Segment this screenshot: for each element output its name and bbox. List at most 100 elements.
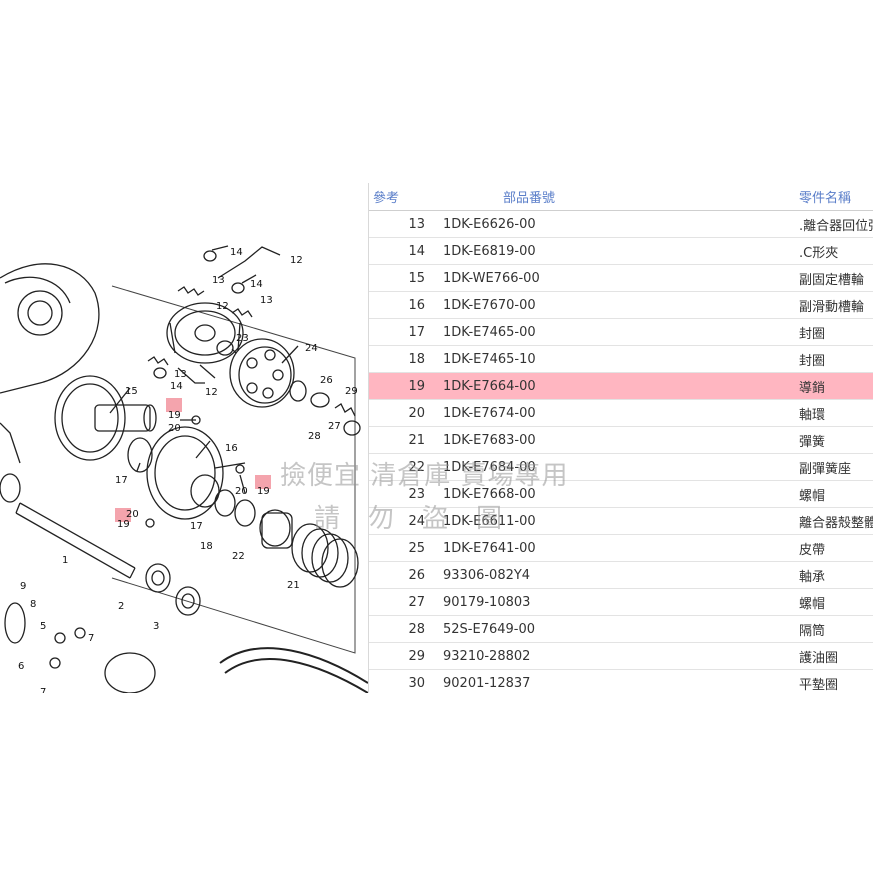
row-ref: 29	[369, 642, 429, 670]
callout-label: 23	[236, 333, 249, 344]
callout-label: 15	[125, 386, 138, 397]
row-part-number: 1DK-E7683-00	[429, 426, 799, 454]
callout-label: 2	[118, 601, 125, 612]
table-row[interactable]: 30 90201-12837 平墊圈	[369, 669, 873, 693]
row-ref: 23	[369, 480, 429, 508]
table-row[interactable]: 26 93306-082Y4 軸承	[369, 561, 873, 589]
callout-label: 9	[20, 581, 27, 592]
callout-label: 6	[18, 661, 25, 672]
parts-table-header: 參考 部品番號 零件名稱	[369, 183, 873, 211]
row-part-name: .離合器回位彈	[799, 210, 873, 238]
table-row[interactable]: 25 1DK-E7641-00 皮帶	[369, 534, 873, 562]
callout-label: 8	[30, 599, 37, 610]
table-row[interactable]: 19 1DK-E7664-00 導銷	[369, 372, 873, 400]
row-ref: 16	[369, 291, 429, 319]
row-part-name: 護油圈	[799, 642, 873, 670]
callout-label: 19	[257, 486, 270, 497]
callout-label: 12	[290, 255, 303, 266]
callout-label: 20	[126, 509, 139, 520]
row-ref: 26	[369, 561, 429, 589]
row-ref: 20	[369, 399, 429, 427]
row-part-name: .C形夾	[799, 237, 873, 265]
header-ref: 參考	[369, 183, 429, 211]
row-part-name: 螺帽	[799, 588, 873, 616]
row-part-name: 副彈簧座	[799, 453, 873, 481]
callout-label: 13	[260, 295, 273, 306]
row-part-name: 皮帶	[799, 534, 873, 562]
exploded-parts-diagram: 14 12 13 14 13 12 23 24 13 14 12 26 29 15 19 20 16 28 27 17…	[0, 183, 368, 693]
row-part-number: 1DK-E7465-10	[429, 345, 799, 373]
callout-label: 17	[115, 475, 128, 486]
row-part-name: 副滑動槽輪	[799, 291, 873, 319]
callout-label: 1	[62, 555, 69, 566]
row-ref: 14	[369, 237, 429, 265]
table-row[interactable]: 22 1DK-E7684-00 副彈簧座	[369, 453, 873, 481]
callout-label: 19	[117, 519, 130, 530]
callout-label: 5	[40, 621, 47, 632]
table-row[interactable]: 14 1DK-E6819-00 .C形夾	[369, 237, 873, 265]
row-part-number: 1DK-E7641-00	[429, 534, 799, 562]
callout-label: 13	[174, 369, 187, 380]
row-part-name: 螺帽	[799, 480, 873, 508]
row-part-number: 1DK-E7670-00	[429, 291, 799, 319]
row-part-number: 90179-10803	[429, 588, 799, 616]
row-part-name: 封圈	[799, 318, 873, 346]
table-row[interactable]: 23 1DK-E7668-00 螺帽	[369, 480, 873, 508]
table-row[interactable]: 28 52S-E7649-00 隔筒	[369, 615, 873, 643]
row-part-number: 90201-12837	[429, 669, 799, 693]
table-row[interactable]: 27 90179-10803 螺帽	[369, 588, 873, 616]
row-part-number: 1DK-E7465-00	[429, 318, 799, 346]
table-row[interactable]: 21 1DK-E7683-00 彈簧	[369, 426, 873, 454]
callout-label: 21	[287, 580, 300, 591]
row-part-number: 1DK-E7664-00	[429, 372, 799, 400]
callout-label: 13	[212, 275, 225, 286]
row-part-number: 1DK-E7668-00	[429, 480, 799, 508]
table-row[interactable]: 24 1DK-E6611-00 離合器殼整體	[369, 507, 873, 535]
row-part-name: 平墊圈	[799, 669, 873, 693]
row-ref: 30	[369, 669, 429, 693]
callout-label: 19	[168, 410, 181, 421]
parts-list-panel: 參考 部品番號 零件名稱 13 1DK-E6626-00 .離合器回位彈 14 1DK-…	[368, 183, 873, 693]
row-part-number: 1DK-E7684-00	[429, 453, 799, 481]
table-row[interactable]: 16 1DK-E7670-00 副滑動槽輪	[369, 291, 873, 319]
callout-label: 14	[230, 247, 243, 258]
row-ref: 18	[369, 345, 429, 373]
row-ref: 24	[369, 507, 429, 535]
callout-label: 20	[235, 486, 248, 497]
callout-label: 3	[153, 621, 160, 632]
callout-label: 20	[168, 423, 181, 434]
callout-label: 14	[170, 381, 183, 392]
row-part-number: 1DK-E6819-00	[429, 237, 799, 265]
callout-label: 7	[40, 687, 47, 693]
parts-table: 參考 部品番號 零件名稱 13 1DK-E6626-00 .離合器回位彈 14 1DK-…	[369, 183, 873, 693]
row-ref: 19	[369, 372, 429, 400]
table-row[interactable]: 13 1DK-E6626-00 .離合器回位彈	[369, 210, 873, 238]
row-part-number: 1DK-E6626-00	[429, 210, 799, 238]
row-part-name: 導銷	[799, 372, 873, 400]
row-part-number: 93306-082Y4	[429, 561, 799, 589]
row-part-name: 隔筒	[799, 615, 873, 643]
callout-label: 17	[190, 521, 203, 532]
header-part-name: 零件名稱	[799, 183, 873, 211]
callout-label: 22	[232, 551, 245, 562]
callout-label: 18	[200, 541, 213, 552]
callout-label: 27	[328, 421, 341, 432]
callout-label: 16	[225, 443, 238, 454]
row-part-name: 離合器殼整體	[799, 507, 873, 535]
callout-label: 28	[308, 431, 321, 442]
row-part-number: 1DK-E7674-00	[429, 399, 799, 427]
table-row[interactable]: 29 93210-28802 護油圈	[369, 642, 873, 670]
row-part-number: 1DK-WE766-00	[429, 264, 799, 292]
table-row[interactable]: 17 1DK-E7465-00 封圈	[369, 318, 873, 346]
table-row[interactable]: 15 1DK-WE766-00 副固定槽輪	[369, 264, 873, 292]
row-ref: 13	[369, 210, 429, 238]
row-part-number: 52S-E7649-00	[429, 615, 799, 643]
row-part-number: 93210-28802	[429, 642, 799, 670]
callout-label: 12	[205, 387, 218, 398]
table-row[interactable]: 20 1DK-E7674-00 軸環	[369, 399, 873, 427]
row-ref: 28	[369, 615, 429, 643]
row-ref: 21	[369, 426, 429, 454]
row-ref: 22	[369, 453, 429, 481]
row-ref: 15	[369, 264, 429, 292]
table-row[interactable]: 18 1DK-E7465-10 封圈	[369, 345, 873, 373]
